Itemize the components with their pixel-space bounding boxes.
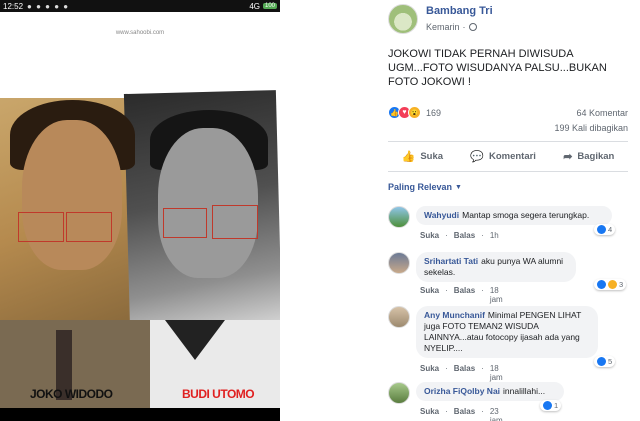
comment-time[interactable]: 18 jam: [490, 364, 503, 382]
status-bar: 12:52 ● ● ● ● ● 4G 100: [0, 0, 280, 12]
comment-bubble: Srihartati Tati aku punya WA alumni sekel…: [416, 252, 576, 282]
status-time: 12:52: [3, 1, 24, 11]
shares-count[interactable]: 199 Kali dibagikan: [554, 123, 628, 133]
commenter-name[interactable]: Wahyudi: [424, 210, 459, 220]
sort-label: Paling Relevan: [388, 182, 453, 192]
highlight-box: [66, 212, 112, 242]
comment-like-link[interactable]: Suka: [420, 231, 439, 240]
comment-reactions[interactable]: 1: [540, 400, 562, 411]
caret-down-icon: ▼: [455, 183, 462, 191]
photo-label-right: BUDI UTOMO: [182, 387, 255, 401]
comment-bubble: Orizha FiQolby Nai innalillahi...: [416, 382, 564, 401]
like-button-label: Suka: [420, 151, 444, 162]
action-bar: 👍 Suka 💬 Komentari ➦ Bagikan: [388, 142, 628, 171]
comment-sort-dropdown[interactable]: Paling Relevan ▼: [388, 182, 462, 192]
like-button[interactable]: 👍 Suka: [402, 150, 443, 163]
commenter-name[interactable]: Orizha FiQolby Nai: [424, 386, 500, 396]
highlight-box: [163, 208, 207, 238]
commenter-name[interactable]: Any Munchanif: [424, 310, 485, 320]
battery-icon: 100: [262, 3, 277, 9]
comment-text: Mantap smoga segera terungkap.: [462, 210, 590, 220]
comment-like-link[interactable]: Suka: [420, 364, 439, 382]
haha-reaction-icon: [608, 280, 617, 289]
post-time[interactable]: Kemarin: [426, 22, 460, 32]
right-face: [158, 128, 258, 278]
comment-actions: Suka · Balas · 1h: [420, 231, 499, 240]
comment-reply-link[interactable]: Balas: [454, 407, 475, 421]
like-reaction-icon: [597, 225, 606, 234]
comment-reactions[interactable]: 4: [594, 224, 616, 235]
comment-bubble: Any Munchanif Minimal PENGEN LIHAT juga F…: [416, 306, 598, 358]
photo-label-left: JOKO WIDODO: [30, 387, 113, 401]
comment-button[interactable]: 💬 Komentari: [470, 150, 536, 163]
like-reaction-icon: [597, 280, 606, 289]
watermark: www.sahoobi.com: [115, 30, 165, 36]
notification-icons: ● ● ● ● ●: [27, 1, 70, 11]
reaction-count: 169: [426, 107, 442, 118]
divider: [388, 171, 628, 172]
comment-actions: Suka · Balas · 23 jam: [420, 407, 503, 421]
comment-like-link[interactable]: Suka: [420, 407, 439, 421]
photo-bottom-bar: [0, 408, 280, 421]
left-face: [22, 120, 122, 270]
highlight-box: [18, 212, 64, 242]
comment-reply-link[interactable]: Balas: [454, 231, 475, 240]
thumbs-up-icon: 👍: [401, 151, 416, 163]
comment-text: innalillahi...: [503, 386, 546, 396]
like-reaction-icon: [543, 401, 552, 410]
screen: 12:52 ● ● ● ● ● 4G 100 www.sahoobi.com J…: [0, 0, 640, 421]
comment-time[interactable]: 1h: [490, 231, 499, 240]
author-name[interactable]: Bambang Tri: [426, 5, 493, 17]
share-button[interactable]: ➦ Bagikan: [563, 150, 614, 163]
comment-actions: Suka · Balas · 18 jam: [420, 286, 503, 304]
comment-actions: Suka · Balas · 18 jam: [420, 364, 503, 382]
share-arrow-icon: ➦: [563, 151, 573, 163]
comment-time[interactable]: 23 jam: [490, 407, 503, 421]
comment-reactions[interactable]: 3: [594, 279, 627, 290]
comment-bubble: Wahyudi Mantap smoga segera terungkap.: [416, 206, 612, 225]
comment-reaction-count: 5: [608, 357, 613, 366]
comment-time[interactable]: 18 jam: [490, 286, 503, 304]
comment-reply-link[interactable]: Balas: [454, 286, 475, 304]
comment-reply-link[interactable]: Balas: [454, 364, 475, 382]
commenter-name[interactable]: Srihartati Tati: [424, 256, 478, 266]
comment-like-link[interactable]: Suka: [420, 286, 439, 304]
highlight-box: [212, 205, 258, 239]
post-text: JOKOWI TIDAK PERNAH DIWISUDA UGM...FOTO …: [388, 48, 607, 88]
signal-label: 4G: [249, 1, 260, 11]
commenter-avatar[interactable]: [388, 206, 410, 228]
post-panel: Bambang Tri Kemarin · JOKOWI TIDAK PERNA…: [280, 0, 640, 421]
wow-reaction-icon: 😮: [408, 106, 421, 119]
post-photo[interactable]: 12:52 ● ● ● ● ● 4G 100 www.sahoobi.com J…: [0, 0, 280, 421]
comment-reaction-count: 1: [554, 401, 559, 410]
commenter-avatar[interactable]: [388, 382, 410, 404]
like-reaction-icon: [597, 357, 606, 366]
share-button-label: Bagikan: [577, 151, 615, 162]
commenter-avatar[interactable]: [388, 306, 410, 328]
post-meta: Kemarin ·: [426, 22, 477, 32]
comment-reaction-count: 4: [608, 225, 613, 234]
comments-count[interactable]: 64 Komentar: [576, 108, 628, 118]
photo-header: www.sahoobi.com: [0, 12, 280, 68]
comment-reaction-count: 3: [619, 280, 624, 289]
status-right: 4G 100: [249, 2, 277, 11]
comment-button-label: Komentari: [488, 151, 536, 162]
globe-icon: [468, 23, 477, 31]
comment-reactions[interactable]: 5: [594, 356, 616, 367]
author-avatar[interactable]: [388, 4, 418, 34]
speech-bubble-icon: 💬: [470, 151, 484, 163]
commenter-avatar[interactable]: [388, 252, 410, 274]
reaction-summary[interactable]: 👍 ♥ 😮 169: [388, 106, 441, 119]
